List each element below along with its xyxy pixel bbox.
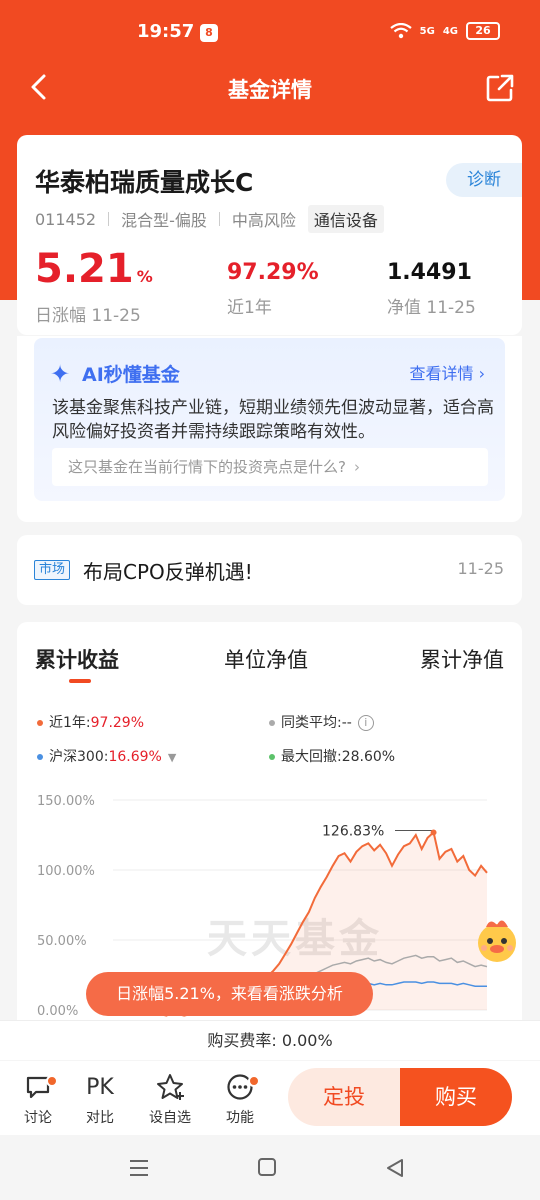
ai-summary-panel: ✦ AI秒懂基金 查看详情 › 该基金聚焦科技产业链，短期业绩领先但波动显著，适… bbox=[34, 338, 505, 501]
chevron-right-icon: › bbox=[353, 458, 360, 476]
status-bar: 19:57 8 5G 4G 26 bbox=[0, 0, 540, 64]
discuss-label: 讨论 bbox=[24, 1110, 52, 1126]
y-tick-label: 100.00% bbox=[37, 864, 95, 879]
status-time: 19:57 bbox=[137, 21, 195, 42]
fund-tags: 011452 混合型-偏股 中高风险 通信设备 bbox=[35, 205, 384, 233]
nav-label: 净值 11-25 bbox=[387, 298, 476, 318]
legend-dot bbox=[37, 754, 43, 760]
back-icon[interactable] bbox=[385, 1157, 405, 1179]
legend-near-year-value: 97.29% bbox=[90, 715, 145, 731]
tab-indicator bbox=[69, 679, 91, 683]
mascot-icon[interactable] bbox=[470, 913, 524, 967]
purchase-fee: 购买费率: 0.00% bbox=[0, 1020, 540, 1060]
daily-change-stat: 5.21% 日涨幅 11-25 bbox=[35, 247, 153, 326]
ai-summary-card: ✦ AI秒懂基金 查看详情 › 该基金聚焦科技产业链，短期业绩领先但波动显著，适… bbox=[17, 336, 522, 522]
legend-drawdown-label: 最大回撤:28.60% bbox=[281, 749, 396, 765]
app-notification-icon: 8 bbox=[200, 24, 218, 42]
daily-change-value: 5.21 bbox=[35, 246, 134, 292]
year-return-label: 近1年 bbox=[227, 298, 272, 318]
auto-invest-button[interactable]: 定投 bbox=[288, 1068, 400, 1126]
legend-near-year: 近1年:97.29% bbox=[37, 712, 144, 732]
signal-4g-icon: 4G bbox=[442, 25, 458, 37]
watchlist-label: 设自选 bbox=[149, 1110, 191, 1126]
divider bbox=[108, 212, 110, 226]
y-tick-label: 50.00% bbox=[37, 934, 87, 949]
year-return-stat: 97.29% 近1年 bbox=[227, 259, 319, 318]
ai-title: AI秒懂基金 bbox=[82, 364, 180, 386]
fund-type: 混合型-偏股 bbox=[121, 211, 207, 230]
function-label: 功能 bbox=[226, 1110, 254, 1126]
compare-button[interactable]: PK 对比 bbox=[72, 1071, 128, 1127]
news-item[interactable]: 市场 布局CPO反弹机遇! 11-25 bbox=[17, 535, 522, 605]
year-return-value: 97.29% bbox=[227, 260, 319, 285]
legend-dot bbox=[269, 754, 275, 760]
caret-down-icon: ▼ bbox=[167, 751, 177, 764]
fund-summary-card: 华泰柏瑞质量成长C 诊断 011452 混合型-偏股 中高风险 通信设备 5.2… bbox=[17, 135, 522, 335]
status-icons: 5G 4G 26 bbox=[389, 22, 500, 40]
signal-5g-icon: 5G bbox=[419, 25, 435, 37]
pk-icon: PK bbox=[86, 1074, 114, 1100]
legend-near-year-label: 近1年: bbox=[49, 715, 91, 731]
compare-label: 对比 bbox=[86, 1110, 114, 1126]
legend-hs300[interactable]: 沪深300:16.69% ▼ bbox=[37, 746, 176, 766]
ai-more-label: 查看详情 bbox=[409, 364, 474, 383]
legend-hs300-label: 沪深300: bbox=[49, 749, 109, 765]
news-headline: 布局CPO反弹机遇! bbox=[83, 560, 253, 584]
fund-name: 华泰柏瑞质量成长C bbox=[35, 168, 254, 197]
divider bbox=[218, 212, 220, 226]
nav-value: 1.4491 bbox=[387, 260, 472, 285]
daily-change-unit: % bbox=[136, 267, 153, 286]
info-icon[interactable]: i bbox=[357, 715, 374, 731]
legend-dot bbox=[37, 720, 43, 726]
home-icon[interactable] bbox=[257, 1157, 277, 1177]
news-tag: 市场 bbox=[34, 560, 71, 580]
page-title: 基金详情 bbox=[228, 78, 312, 102]
chevron-right-icon: › bbox=[478, 364, 485, 383]
buy-button[interactable]: 购买 bbox=[400, 1068, 512, 1126]
tab-cumulative-nav[interactable]: 累计净值 bbox=[420, 644, 504, 674]
share-icon[interactable] bbox=[484, 72, 516, 104]
bottom-action-bar: 讨论 PK 对比 设自选 功能 定投 购买 bbox=[0, 1061, 540, 1135]
legend-hs300-value: 16.69% bbox=[108, 749, 162, 765]
add-watchlist-button[interactable]: 设自选 bbox=[142, 1071, 198, 1127]
news-date: 11-25 bbox=[457, 559, 505, 578]
diagnose-button[interactable]: 诊断 bbox=[446, 163, 522, 197]
discuss-button[interactable]: 讨论 bbox=[10, 1071, 66, 1127]
fund-sector-tag[interactable]: 通信设备 bbox=[307, 205, 384, 233]
fund-code: 011452 bbox=[35, 209, 97, 229]
sparkle-icon: ✦ bbox=[50, 360, 71, 388]
y-tick-label: 150.00% bbox=[37, 794, 95, 809]
nav-bar: 基金详情 bbox=[0, 64, 540, 114]
battery-icon: 26 bbox=[466, 22, 500, 40]
ai-question-text: 这只基金在当前行情下的投资亮点是什么? bbox=[68, 458, 346, 476]
daily-change-label: 日涨幅 11-25 bbox=[35, 306, 141, 326]
notification-badge bbox=[248, 1075, 260, 1087]
legend-peer-average: 同类平均:-- i bbox=[269, 712, 374, 732]
tab-cumulative-return[interactable]: 累计收益 bbox=[35, 644, 119, 674]
legend-drawdown: 最大回撤:28.60% bbox=[269, 746, 395, 766]
system-nav-bar bbox=[0, 1135, 540, 1200]
peak-marker bbox=[430, 829, 437, 836]
change-analysis-button[interactable]: 日涨幅5.21%，来看看涨跌分析 bbox=[86, 972, 373, 1016]
legend-peer-label: 同类平均:-- bbox=[281, 715, 352, 731]
notification-badge bbox=[46, 1075, 58, 1087]
menu-icon[interactable] bbox=[128, 1157, 150, 1179]
peak-label: 126.83% bbox=[322, 823, 384, 839]
tab-unit-nav[interactable]: 单位净值 bbox=[224, 644, 308, 674]
star-add-icon bbox=[157, 1074, 184, 1100]
function-button[interactable]: 功能 bbox=[212, 1071, 268, 1127]
wifi-icon bbox=[389, 23, 412, 39]
legend-dot bbox=[269, 720, 275, 726]
y-tick-label: 0.00% bbox=[37, 1004, 78, 1019]
ai-question-prompt[interactable]: 这只基金在当前行情下的投资亮点是什么? › bbox=[52, 448, 488, 486]
fund-risk: 中高风险 bbox=[231, 211, 296, 230]
ai-description: 该基金聚焦科技产业链，短期业绩领先但波动显著，适合高风险偏好投资者并需持续跟踪策… bbox=[52, 398, 494, 442]
nav-stat: 1.4491 净值 11-25 bbox=[387, 259, 476, 318]
ai-more-link[interactable]: 查看详情 › bbox=[409, 360, 485, 384]
